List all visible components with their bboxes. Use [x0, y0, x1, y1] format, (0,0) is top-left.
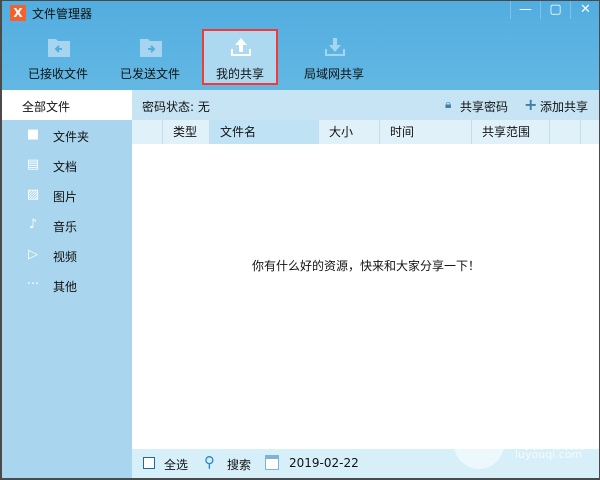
date-value[interactable]: 2019-02-22 [289, 456, 359, 470]
watermark-logo [454, 419, 504, 469]
toolbar-label: 局域网共享 [303, 67, 364, 81]
minimize-button[interactable]: — [510, 1, 540, 19]
sidebar-item-other[interactable]: ··· 其他 [2, 270, 132, 300]
password-status: 密码状态: 无 [142, 100, 210, 114]
sidebar: 全部文件 ■ 文件夹 ▤ 文档 ▨ 图片 ♪ 音乐 ▷ 视频 ··· 其他 [2, 90, 132, 478]
lock-icon: 🔒︎ [445, 97, 452, 111]
folder-right-icon [140, 39, 162, 57]
select-all-checkbox[interactable] [143, 457, 155, 469]
toolbar-label: 我的共享 [215, 67, 264, 81]
music-icon: ♪ [28, 217, 38, 232]
add-share-button[interactable]: 添加共享 [540, 98, 588, 115]
download-icon [325, 38, 345, 56]
watermark-subtext: luyouqi.com [515, 448, 583, 461]
more-icon: ··· [26, 277, 40, 292]
share-password-button[interactable]: 共享密码 [460, 98, 508, 115]
sidebar-item-label: 其他 [53, 280, 78, 294]
plus-icon: + [524, 95, 538, 114]
sidebar-item-documents[interactable]: ▤ 文档 [2, 150, 132, 180]
title-toolbar-area: X 文件管理器 — ▢ ✕ 已接收文件 已发送文件 我的共享 局域网共享 [2, 1, 599, 90]
column-share-scope[interactable]: 共享范围 [471, 120, 549, 144]
toolbar-received-files[interactable]: 已接收文件 [20, 29, 96, 85]
column-time[interactable]: 时间 [379, 120, 471, 144]
video-icon: ▷ [28, 247, 38, 262]
image-icon: ▨ [26, 187, 40, 202]
file-manager-window: X 文件管理器 — ▢ ✕ 已接收文件 已发送文件 我的共享 局域网共享 全部文… [0, 0, 600, 480]
column-size[interactable]: 大小 [318, 120, 379, 144]
sidebar-item-label: 文件夹 [53, 130, 90, 144]
empty-message: 你有什么好的资源，快来和大家分享一下！ [251, 259, 480, 273]
window-title: 文件管理器 [32, 7, 93, 21]
toolbar-label: 已接收文件 [27, 67, 88, 81]
toolbar-label: 已发送文件 [119, 67, 180, 81]
toolbar-my-share[interactable]: 我的共享 [202, 29, 278, 85]
folder-icon: ■ [26, 127, 40, 142]
sidebar-item-folders[interactable]: ■ 文件夹 [2, 120, 132, 150]
sidebar-item-label: 音乐 [53, 220, 78, 234]
close-button[interactable]: ✕ [570, 1, 599, 19]
maximize-button[interactable]: ▢ [540, 1, 570, 19]
select-all-label[interactable]: 全选 [164, 456, 188, 473]
column-extra [580, 120, 599, 144]
sidebar-item-images[interactable]: ▨ 图片 [2, 180, 132, 210]
search-button[interactable]: 搜索 [227, 456, 251, 473]
column-type[interactable]: 类型 [162, 120, 209, 144]
sidebar-item-all-files[interactable]: 全部文件 [2, 90, 132, 120]
upload-icon [231, 38, 251, 56]
calendar-icon[interactable] [265, 455, 279, 470]
toolbar-lan-share[interactable]: 局域网共享 [296, 29, 372, 85]
share-header: 密码状态: 无 🔒︎ 共享密码 + 添加共享 [132, 90, 599, 120]
search-icon[interactable]: ⚲ [204, 453, 215, 471]
sidebar-item-video[interactable]: ▷ 视频 [2, 240, 132, 270]
toolbar-sent-files[interactable]: 已发送文件 [112, 29, 188, 85]
column-filename[interactable]: 文件名 [209, 120, 318, 144]
app-logo: X [10, 5, 26, 21]
sidebar-item-label: 图片 [53, 190, 78, 204]
sidebar-item-label: 视频 [53, 250, 78, 264]
folder-left-icon [48, 39, 70, 57]
document-icon: ▤ [26, 157, 40, 172]
sidebar-item-label: 文档 [53, 160, 78, 174]
column-extra [549, 120, 580, 144]
sidebar-item-music[interactable]: ♪ 音乐 [2, 210, 132, 240]
column-header: 类型 文件名 大小 时间 共享范围 [132, 120, 599, 144]
